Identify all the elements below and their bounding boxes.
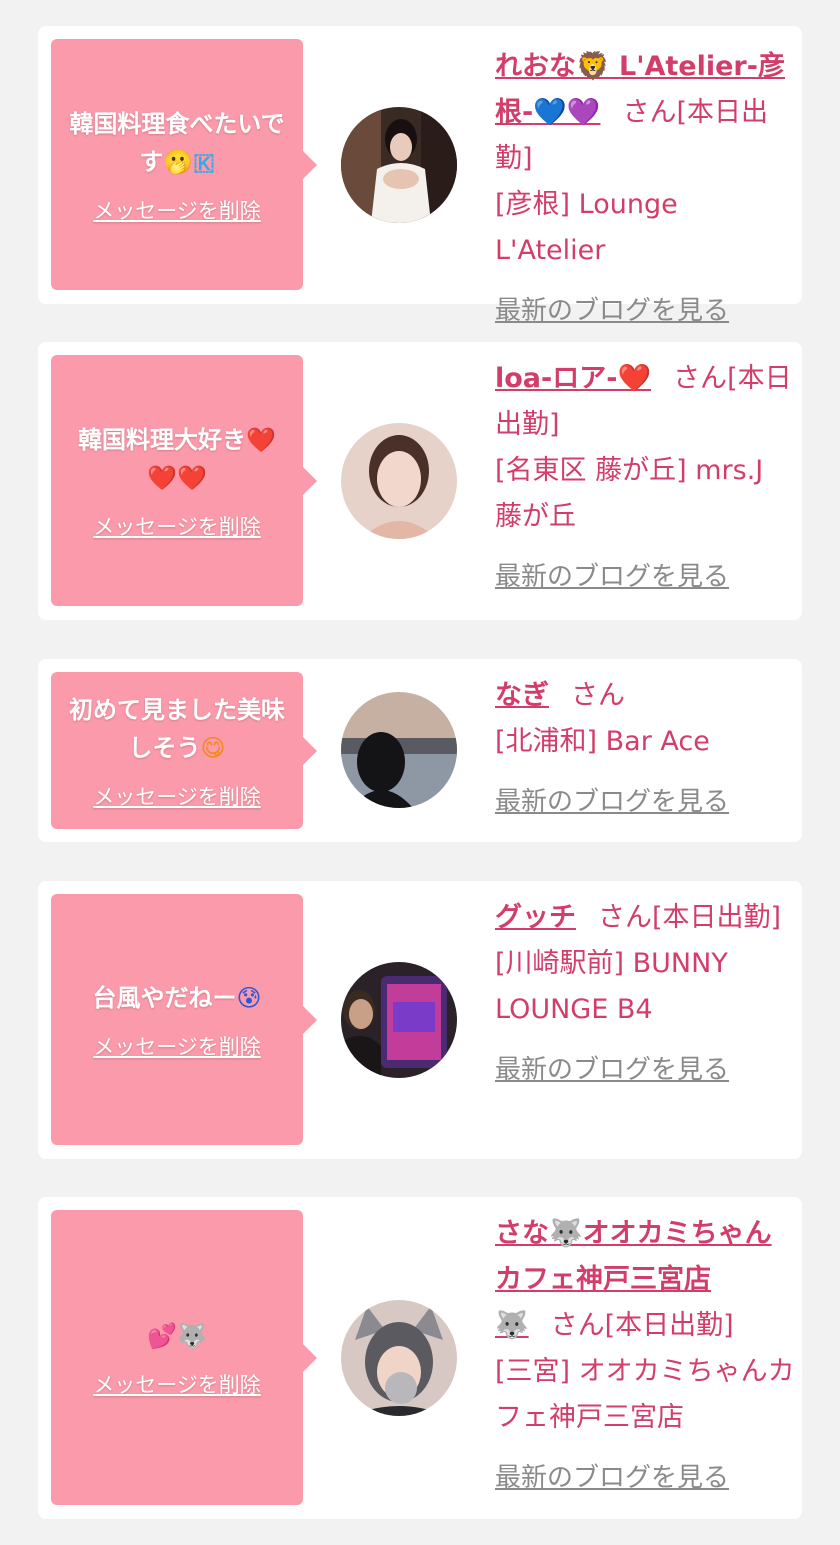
cast-info: さな🐺オオカミちゃんカフェ神戸三宮店 🐺 さん[本日出勤] [三宮] オオカミちゃん…: [495, 1211, 795, 1501]
delete-message-button[interactable]: メッセージを削除: [93, 195, 261, 225]
message-card: 初めて見ました美味しそう😋 メッセージを削除 なぎ さん [北浦和] Bar Ac…: [38, 659, 802, 842]
heart-emoji: ❤️: [246, 425, 276, 454]
message-bubble: 💕🐺 メッセージを削除: [51, 1210, 317, 1505]
status-label: [本日出勤]: [652, 902, 782, 933]
cast-info: れおな🦁 L'Atelier-彦根-💙💜 さん[本日出勤] [彦根] Lounge…: [495, 44, 795, 334]
avatar[interactable]: [341, 107, 457, 223]
avatar[interactable]: [341, 962, 457, 1078]
honorific: さん: [673, 363, 728, 394]
latest-blog-link[interactable]: 最新のブログを見る: [495, 1047, 729, 1093]
shop-name: [名東区 藤が丘] mrs.J 藤が丘: [495, 455, 764, 532]
message-text: 初めて見ました美味しそう😋: [69, 695, 285, 762]
cast-info: なぎ さん [北浦和] Bar Ace 最新のブログを見る: [495, 673, 795, 825]
shop-name: [三宮] オオカミちゃんカフェ神戸三宮店: [495, 1356, 795, 1433]
wolf-emoji: 🐺: [495, 1310, 529, 1341]
message-bubble: 韓国料理大好き❤️ ❤️❤️ メッセージを削除: [51, 355, 317, 606]
message-text: 韓国料理食べたいです🫢🇰: [69, 109, 285, 176]
delete-message-button[interactable]: メッセージを削除: [93, 1031, 261, 1061]
cast-info: グッチ さん[本日出勤] [川崎駅前] BUNNY LOUNGE B4 最新のブロ…: [495, 895, 795, 1093]
wolf-emoji: 🐺: [549, 1218, 583, 1249]
cast-name-link[interactable]: なぎ: [495, 680, 549, 711]
message-text: 💕🐺: [147, 1317, 207, 1355]
avatar[interactable]: [341, 692, 457, 808]
avatar[interactable]: [341, 1300, 457, 1416]
latest-blog-link[interactable]: 最新のブログを見る: [495, 779, 729, 825]
status-label: [本日出勤]: [604, 1310, 734, 1341]
cast-name-link[interactable]: loa-ロア-❤️: [495, 363, 651, 394]
shush-face-emoji: 🫢: [163, 147, 194, 176]
message-card: 台風やだねー😰 メッセージを削除 グッチ さん[本日出勤] [川崎駅前] BUNN…: [38, 881, 802, 1159]
regional-k-emoji: 🇰: [193, 147, 215, 176]
yum-face-emoji: 😋: [200, 733, 226, 762]
shop-name: [川崎駅前] BUNNY LOUNGE B4: [495, 948, 728, 1025]
latest-blog-link[interactable]: 最新のブログを見る: [495, 1455, 729, 1501]
message-card: 韓国料理大好き❤️ ❤️❤️ メッセージを削除 loa-ロア-❤️ さん[本日出勤]…: [38, 342, 802, 620]
avatar[interactable]: [341, 423, 457, 539]
heart-emoji: ❤️: [617, 363, 652, 394]
message-text: 台風やだねー😰: [92, 983, 262, 1012]
hearts-emoji: 💙💜: [533, 97, 601, 128]
sweat-face-emoji: 😰: [236, 983, 262, 1012]
shop-name: [北浦和] Bar Ace: [495, 726, 710, 757]
lion-emoji: 🦁: [576, 51, 610, 82]
wolf-emoji: 🐺: [177, 1321, 207, 1350]
honorific: さん: [571, 680, 625, 711]
cast-info: loa-ロア-❤️ さん[本日出勤] [名東区 藤が丘] mrs.J 藤が丘 最新…: [495, 356, 795, 600]
two-hearts-emoji: 💕: [147, 1321, 177, 1350]
message-card: 韓国料理食べたいです🫢🇰 メッセージを削除 れおな🦁 L'Atelier-彦根-…: [38, 26, 802, 326]
shop-name: [彦根] Lounge L'Atelier: [495, 189, 678, 266]
message-list: 韓国料理食べたいです🫢🇰 メッセージを削除 れおな🦁 L'Atelier-彦根-…: [0, 0, 840, 1545]
message-bubble: 台風やだねー😰 メッセージを削除: [51, 894, 317, 1145]
message-bubble: 韓国料理食べたいです🫢🇰 メッセージを削除: [51, 39, 317, 290]
message-text: 韓国料理大好き❤️ ❤️❤️: [78, 425, 276, 492]
message-bubble: 初めて見ました美味しそう😋 メッセージを削除: [51, 672, 317, 829]
delete-message-button[interactable]: メッセージを削除: [93, 1369, 261, 1399]
latest-blog-link[interactable]: 最新のブログを見る: [495, 288, 729, 334]
cast-name-link[interactable]: グッチ: [495, 902, 576, 933]
latest-blog-link[interactable]: 最新のブログを見る: [495, 554, 729, 600]
heart-emoji: ❤️❤️: [147, 463, 207, 492]
message-card: 💕🐺 メッセージを削除 さな🐺オオカミちゃんカフェ神戸三宮店 🐺 さん[本日出勤] …: [38, 1197, 802, 1519]
honorific: さん: [550, 1310, 605, 1341]
honorific: さん: [598, 902, 652, 933]
delete-message-button[interactable]: メッセージを削除: [93, 511, 261, 541]
delete-message-button[interactable]: メッセージを削除: [93, 781, 261, 811]
honorific: さん: [622, 97, 677, 128]
